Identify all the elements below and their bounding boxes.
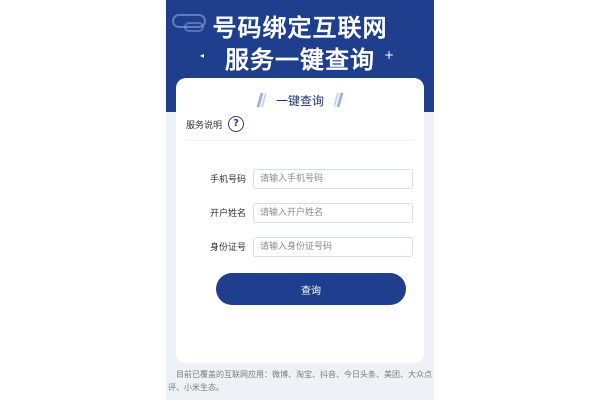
query-card: 一键查询 服务说明 ? 手机号码 开户姓名 身份证号 查询 <box>176 78 424 363</box>
phone-screen: 号码绑定互联网 服务一键查询 ◂ + 一键查询 服务说明 ? 手机号码 请输入手… <box>166 0 434 400</box>
phone-field-row: 手机号码 <box>176 169 424 191</box>
service-description-row[interactable]: 服务说明 ? <box>186 114 245 134</box>
slash-decoration-icon <box>334 92 344 108</box>
phone-label: 手机号码 <box>209 175 246 185</box>
name-label: 开户姓名 <box>209 209 246 219</box>
right-margin <box>434 0 600 400</box>
query-button[interactable]: 查询 <box>216 273 406 305</box>
sparkle-icon: ◂ <box>200 51 205 60</box>
id-number-label: 身份证号 <box>209 243 246 253</box>
divider <box>186 140 414 141</box>
id-field-row: 身份证号 <box>176 237 424 259</box>
coverage-note: 目前已覆盖的互联网应用：微博、淘宝、抖音、今日头条、美团、大众点评、小米生态。 <box>168 370 432 392</box>
name-field-row: 开户姓名 <box>176 203 424 225</box>
name-input[interactable] <box>253 203 413 223</box>
left-margin <box>0 0 166 400</box>
service-description-label: 服务说明 <box>186 120 223 131</box>
card-title: 一键查询 <box>275 93 324 108</box>
help-icon[interactable]: ? <box>228 116 245 132</box>
banner-title-line1: 号码绑定互联网 <box>212 14 388 42</box>
slash-decoration-icon <box>256 92 266 108</box>
card-title-row: 一键查询 <box>176 90 424 110</box>
phone-input[interactable] <box>253 169 413 189</box>
plus-sparkle-icon: + <box>384 48 395 62</box>
id-number-input[interactable] <box>253 237 413 257</box>
